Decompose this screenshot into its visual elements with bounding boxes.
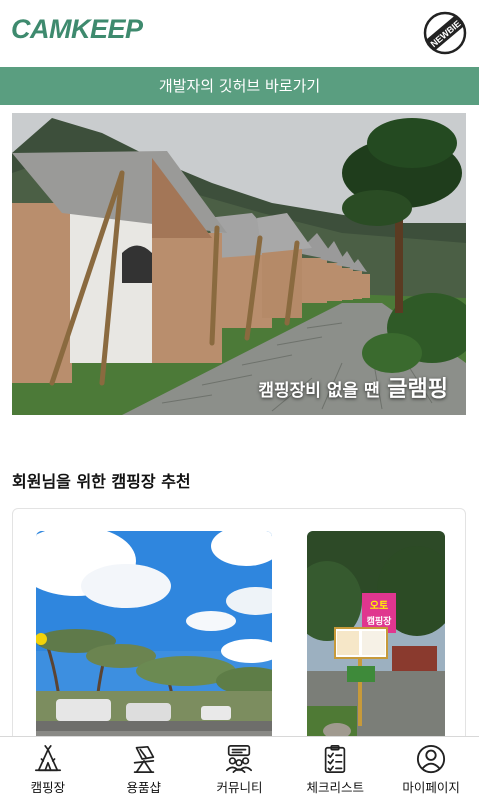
campsite-photo — [36, 531, 272, 767]
github-link-bar[interactable]: 개발자의 깃허브 바로가기 — [0, 67, 479, 105]
tab-checklist[interactable]: 체크리스트 — [287, 737, 383, 796]
app-logo[interactable]: CAMKEEP — [11, 14, 143, 45]
tab-label: 커뮤니티 — [216, 780, 263, 795]
campsite-card[interactable] — [36, 531, 272, 767]
recommend-carousel[interactable]: 오토 캠핑장 — [12, 508, 466, 768]
camping-chair-icon — [133, 745, 154, 773]
header: CAMKEEP NEWBIE — [0, 0, 479, 67]
tab-label: 캠핑장 — [30, 780, 66, 795]
tab-community[interactable]: 커뮤니티 — [192, 737, 288, 796]
community-icon — [226, 745, 253, 773]
campsite-card[interactable]: 오토 캠핑장 — [307, 531, 445, 767]
campfire-tent-icon — [34, 745, 61, 772]
tab-campsite[interactable]: 캠핑장 — [0, 737, 96, 796]
tab-label: 체크리스트 — [306, 780, 365, 795]
svg-text:오토: 오토 — [370, 600, 388, 612]
recommend-title: 회원님을 위한 캠핑장 추천 — [12, 472, 191, 491]
tab-mypage[interactable]: 마이페이지 — [383, 737, 479, 796]
glamping-photo — [12, 113, 466, 415]
tab-shop[interactable]: 용품샵 — [96, 737, 192, 796]
banner-caption: 캠핑장비 없을 땐 글램핑 — [258, 371, 448, 403]
newbie-badge-icon[interactable]: NEWBIE — [423, 11, 467, 55]
banner-caption-big: 글램핑 — [387, 377, 448, 402]
svg-text:캠핑장: 캠핑장 — [367, 615, 393, 627]
glamping-banner[interactable]: 캠핑장비 없을 땐 글램핑 — [12, 113, 466, 415]
tab-label: 용품샵 — [126, 780, 161, 795]
banner-caption-small: 캠핑장비 없을 땐 — [258, 381, 380, 401]
checklist-icon — [325, 745, 346, 773]
campsite-photo: 오토 캠핑장 — [307, 531, 445, 767]
user-icon — [417, 744, 446, 774]
tab-label: 마이페이지 — [402, 780, 460, 795]
bottom-tab-bar: 캠핑장 용품샵 커뮤니티 체크리스트 마이페이지 — [0, 736, 479, 796]
